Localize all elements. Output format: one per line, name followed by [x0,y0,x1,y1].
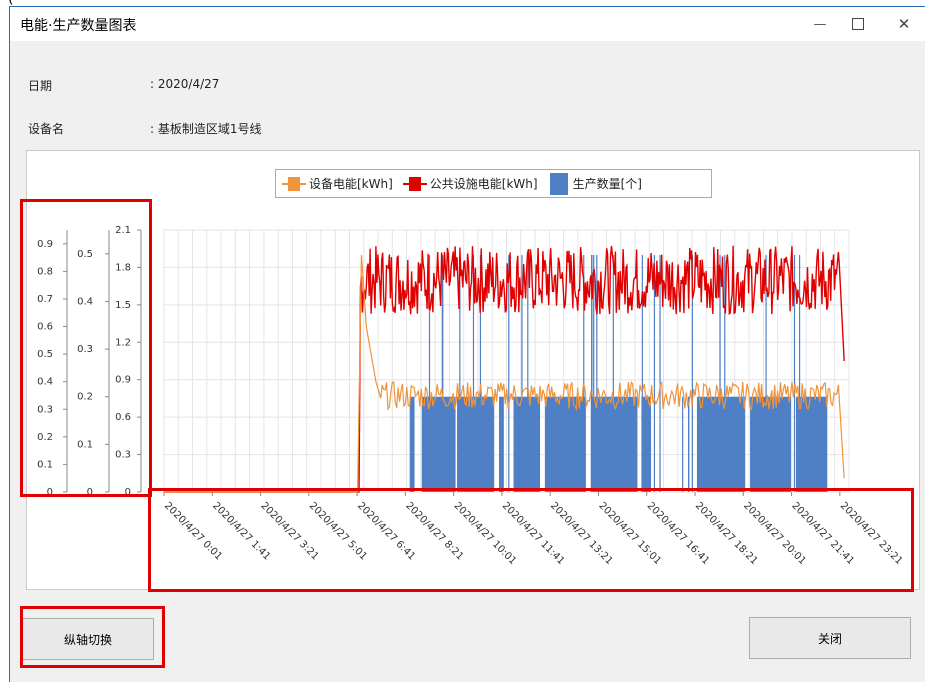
y-axis-middle-tick-label: 0.3 [77,344,93,355]
y-axis-left-tick-label: 0.2 [37,432,53,443]
chart-dialog: 电能·生产数量图表 — ✕ 日期 : 2020/4/27 设备名 : 基板制造区… [9,6,925,682]
y-axis-right-tick-label: 0.9 [115,375,131,386]
y-axis-right-tick-label: 1.5 [115,300,131,311]
y-axis-right-tick-label: 0.6 [115,412,131,423]
y-axis-left-tick-label: 0 [47,487,53,498]
production-bar [513,396,541,492]
y-axis-left-tick-label: 0.3 [37,404,53,415]
window-title: 电能·生产数量图表 [20,18,137,34]
date-value: : 2020/4/27 [150,77,220,91]
maximize-button[interactable] [836,7,880,41]
title-bar: 电能·生产数量图表 — ✕ [10,7,925,41]
y-axis-left-tick-label: 0.9 [37,239,53,250]
y-axis-right-tick-label: 1.2 [115,337,131,348]
minimize-icon: — [813,16,827,32]
date-label: 日期 [28,79,53,93]
production-bar [795,396,828,492]
y-axis-middle-tick-label: 0 [87,487,93,498]
device-value: : 基板制造区域1号线 [150,122,262,136]
axis-switch-button[interactable]: 纵轴切换 [22,618,154,660]
y-axis-middle-tick-label: 0.5 [77,249,93,260]
y-axis-right-tick-label: 2.1 [115,225,131,236]
production-bar [409,396,415,492]
y-axis-left-tick-label: 0.4 [37,377,53,388]
y-axis-middle-tick-label: 0.4 [77,296,93,307]
y-axis-left-tick-label: 0.1 [37,459,53,470]
close-window-button[interactable]: ✕ [882,7,925,41]
close-button[interactable]: 关闭 [749,617,911,659]
production-bar [499,396,504,492]
production-bar [457,396,495,492]
production-bar [696,396,746,492]
y-axis-middle-tick-label: 0.2 [77,392,93,403]
production-bar [421,396,456,492]
production-bar [544,396,586,492]
chart-svg: 0 0.1 0.2 0.3 0.4 0.5 0.6 0.7 0.8 0.9 0 0.1 0.2 0.3 0.… [37,225,904,567]
chart-panel: 设备电能[kWh] 公共设施电能[kWh] 生产数量[个] 0 0.1 0.2 0.3… [26,150,920,590]
device-label: 设备名 [28,122,65,136]
y-axis-right-tick-label: 1.8 [115,262,131,273]
y-axis-left-tick-label: 0.5 [37,349,53,360]
square-icon [852,18,864,30]
y-axis-right-tick-label: 0.3 [115,450,131,461]
production-bar [750,396,792,492]
y-axis-left-tick-label: 0.7 [37,294,53,305]
y-axis-right-tick-label: 0 [125,487,131,498]
y-axis-middle-tick-label: 0.1 [77,439,93,450]
y-axis-left-tick-label: 0.6 [37,322,53,333]
close-icon: ✕ [897,15,911,33]
y-axis-left-tick-label: 0.8 [37,266,53,277]
